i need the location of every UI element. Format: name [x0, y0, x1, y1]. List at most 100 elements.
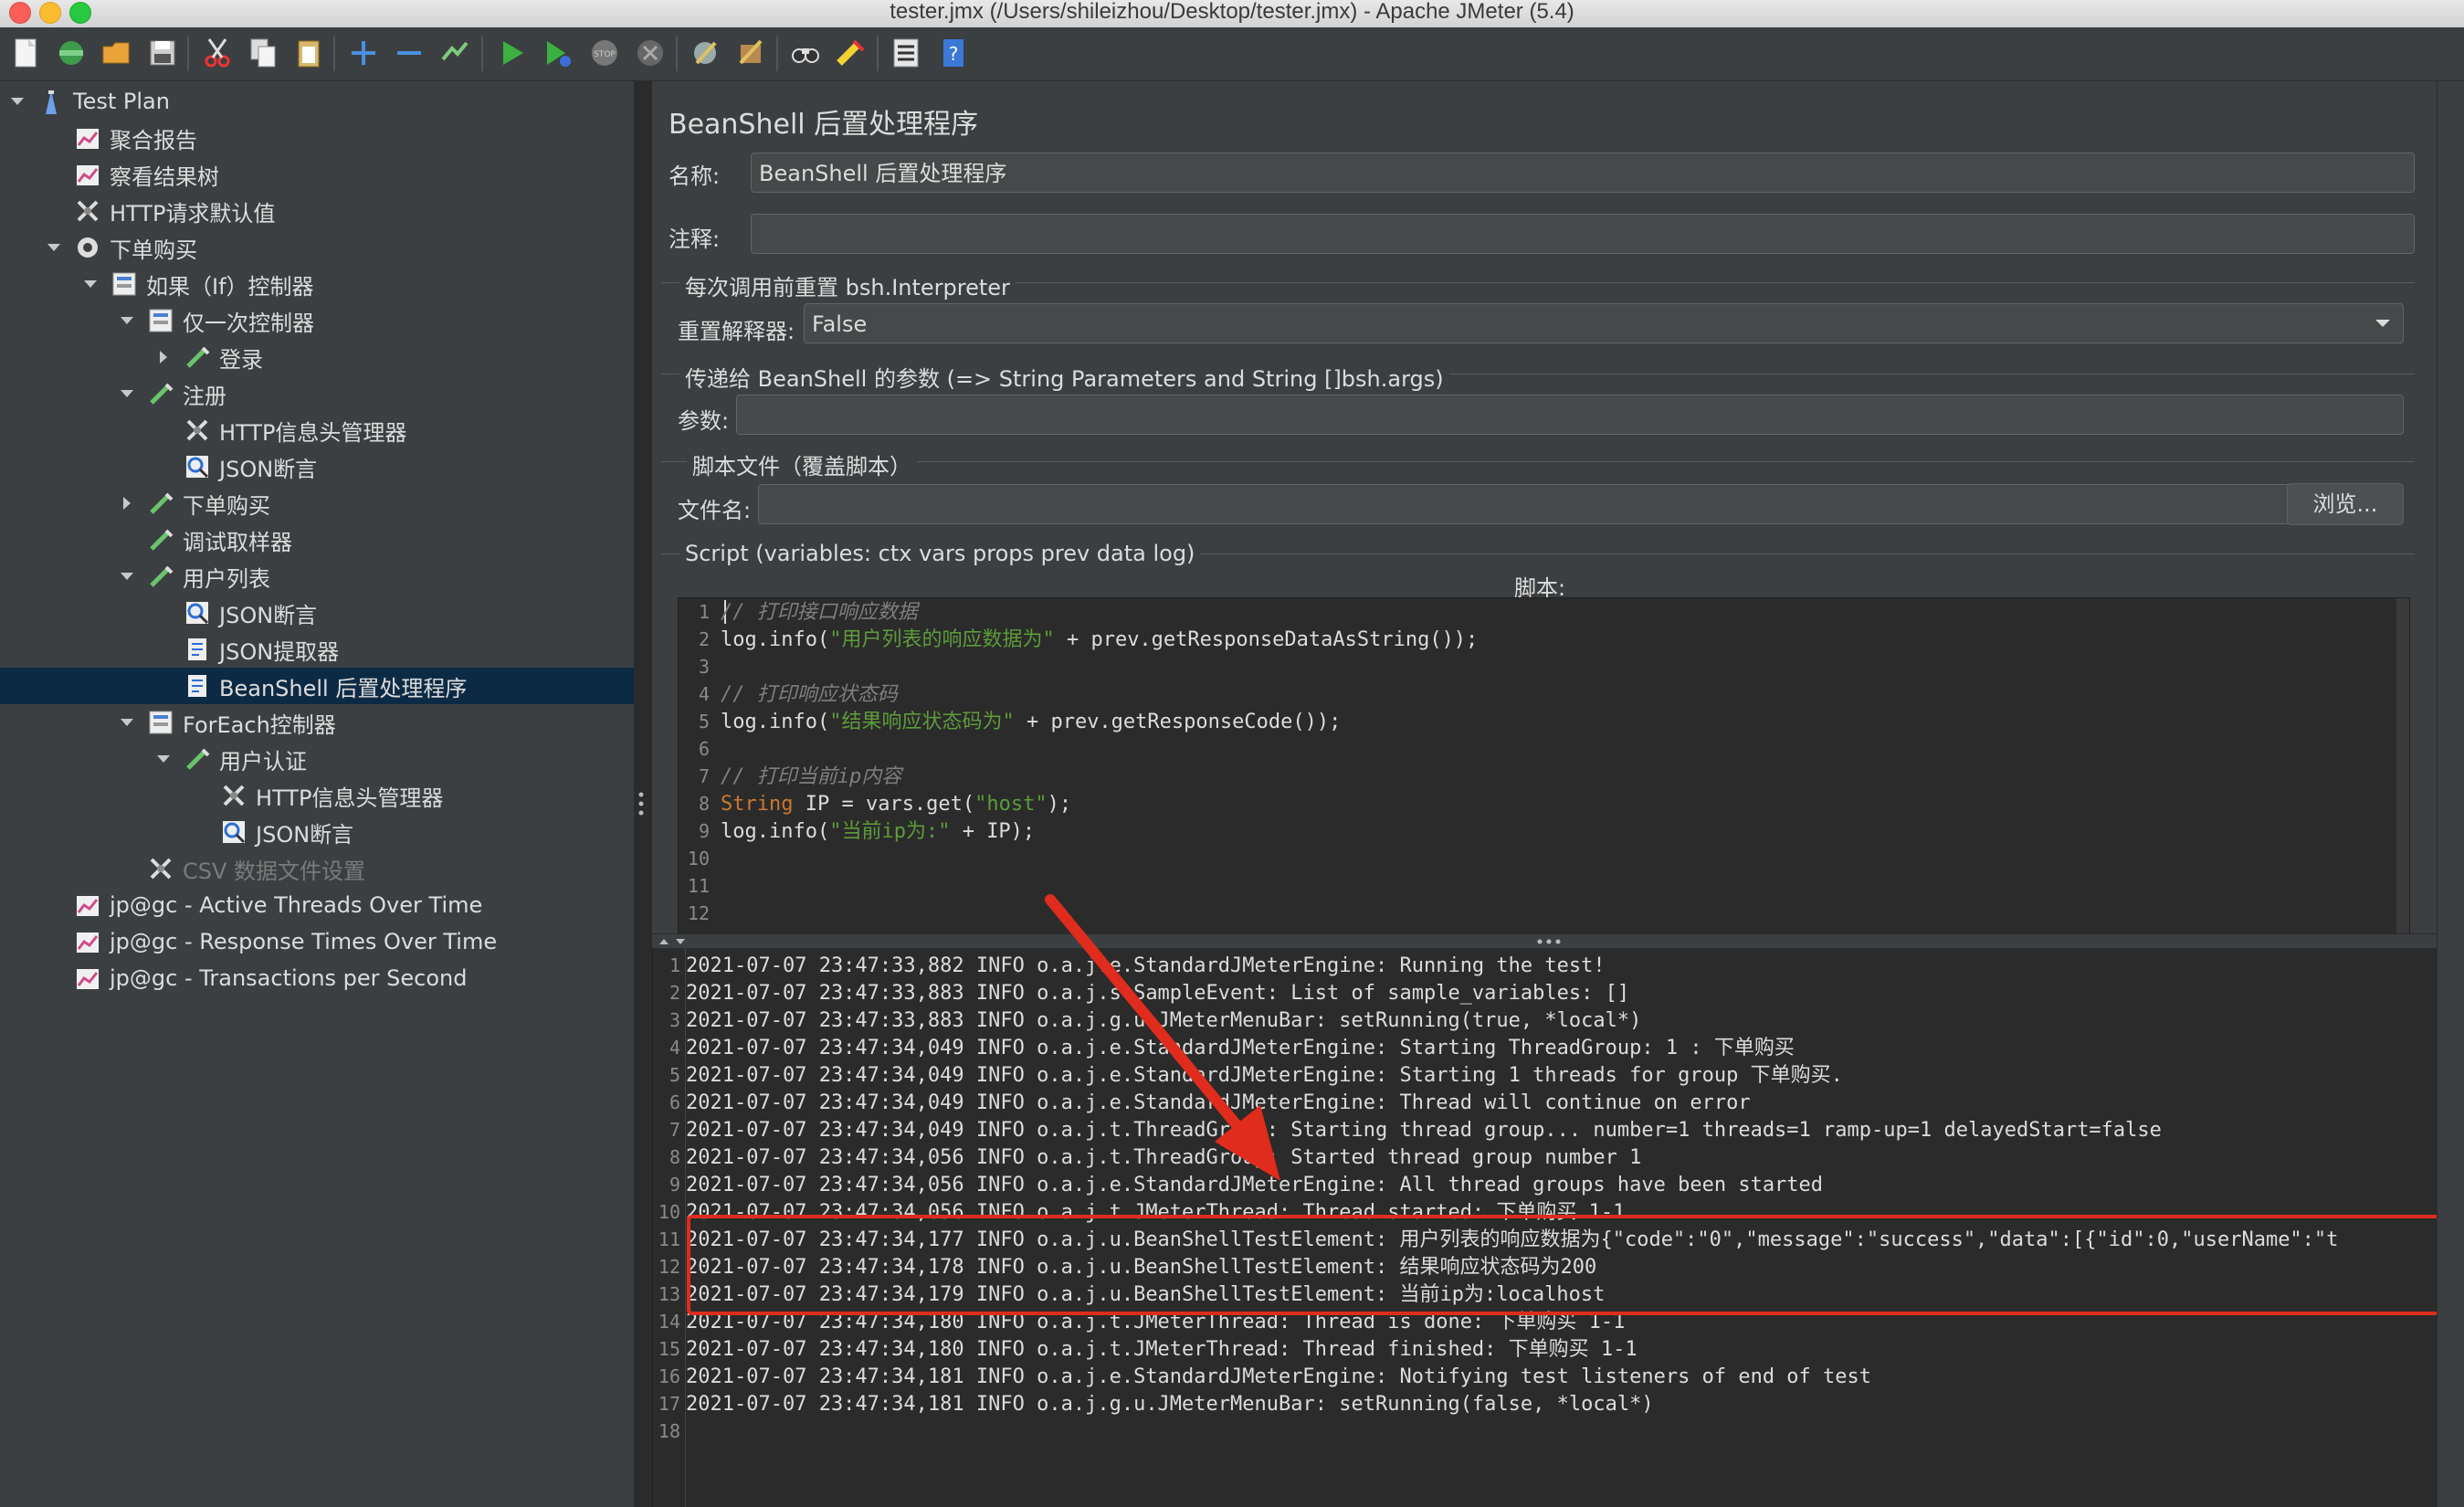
params-input[interactable] [736, 395, 2404, 435]
line-number: 9 [698, 820, 710, 842]
controller-icon [146, 708, 175, 737]
stop-icon[interactable]: STOP [586, 34, 623, 72]
right-edge-scrollbar[interactable] [2437, 81, 2464, 1507]
filename-input[interactable] [758, 484, 2374, 524]
paste-icon[interactable] [290, 34, 327, 72]
controller-icon [146, 306, 175, 335]
log-line: 18 [653, 1417, 2443, 1445]
chevron-down-icon[interactable] [153, 749, 174, 769]
tree-node[interactable]: 用户列表 [0, 558, 634, 595]
tree-node-label: 用户列表 [183, 565, 270, 592]
tree-node-label: 注册 [183, 383, 226, 409]
code-token: log.info( [721, 711, 830, 733]
start-icon[interactable] [493, 34, 530, 72]
highlight-box [687, 1215, 2448, 1315]
code-token: "当前ip为:" [829, 820, 951, 843]
tree-node[interactable]: 注册 [0, 375, 634, 412]
open-icon[interactable] [99, 34, 135, 72]
line-number: 11 [687, 875, 710, 897]
comment-input[interactable] [751, 214, 2415, 254]
cut-icon[interactable] [199, 34, 236, 72]
chevron-down-icon[interactable] [117, 384, 137, 404]
expand-icon[interactable] [345, 34, 382, 72]
drag-handle-icon[interactable] [1536, 938, 1562, 945]
chevron-down-icon[interactable] [44, 237, 64, 258]
tree-node-label: HTTP信息头管理器 [219, 419, 407, 446]
search-icon[interactable] [787, 34, 824, 72]
tree-node[interactable]: 下单购买 [0, 485, 634, 522]
filename-label: 文件名: [678, 498, 752, 523]
tree-node[interactable]: Test Plan [0, 83, 634, 120]
collapse-icon[interactable] [391, 34, 427, 72]
params-label: 参数: [678, 408, 730, 434]
code-line: 3 [679, 653, 721, 680]
tree-node[interactable]: 如果（If）控制器 [0, 266, 634, 302]
function-helper-icon[interactable] [888, 34, 924, 72]
params-group-title: 传递给 BeanShell 的参数 (=> String Parameters … [679, 361, 1449, 393]
log-splitter[interactable] [652, 933, 2442, 949]
chevron-down-icon[interactable] [7, 91, 27, 111]
log-text: 2021-07-07 23:47:33,883 INFO o.a.j.g.u.J… [686, 1009, 1642, 1032]
chevron-down-icon [2375, 320, 2390, 327]
chevron-down-icon[interactable] [117, 712, 137, 732]
log-line-number: 3 [669, 1009, 680, 1031]
collapse-arrows-icon[interactable] [658, 936, 694, 947]
tree-node-label: JSON断言 [219, 456, 318, 482]
tree-node[interactable]: 调试取样器 [0, 522, 634, 558]
tree-node[interactable]: 察看结果树 [0, 156, 634, 193]
clear-icon[interactable] [687, 34, 723, 72]
toggle-icon[interactable] [437, 34, 473, 72]
chevron-down-icon[interactable] [117, 566, 137, 586]
tree-node[interactable]: BeanShell 后置处理程序 [0, 668, 634, 704]
tree-node[interactable]: 仅一次控制器 [0, 302, 634, 339]
save-icon[interactable] [144, 34, 181, 72]
tree-node[interactable]: JSON断言 [0, 448, 634, 485]
tree-node[interactable]: 登录 [0, 339, 634, 375]
start-no-pause-icon[interactable] [539, 34, 575, 72]
line-number: 3 [698, 656, 710, 678]
chevron-right-icon[interactable] [153, 347, 174, 367]
clear-all-icon[interactable] [732, 34, 769, 72]
log-line-number: 10 [658, 1201, 680, 1223]
tree-node[interactable]: jp@gc - Transactions per Second [0, 960, 634, 996]
editor-scrollbar[interactable] [2396, 598, 2409, 933]
script-editor[interactable]: 1// 打印接口响应数据 2 log.info("用户列表的响应数据为" + pre… [678, 597, 2410, 934]
sampler-icon [146, 379, 175, 408]
tree-node[interactable]: HTTP信息头管理器 [0, 777, 634, 814]
tree-node[interactable]: JSON提取器 [0, 631, 634, 668]
help-icon[interactable]: ? [935, 34, 972, 72]
tree-node[interactable]: HTTP请求默认值 [0, 193, 634, 229]
tree-node[interactable]: HTTP信息头管理器 [0, 412, 634, 448]
copy-icon[interactable] [245, 34, 281, 72]
chevron-down-icon[interactable] [117, 311, 137, 331]
tree-node-label: JSON断言 [219, 602, 318, 628]
log-line-number: 15 [658, 1338, 680, 1360]
tree-node[interactable]: 用户认证 [0, 741, 634, 777]
chevron-right-icon[interactable] [117, 493, 137, 513]
reset-search-icon[interactable] [833, 34, 869, 72]
tree-node-label: CSV 数据文件设置 [183, 858, 366, 884]
tree-node[interactable]: ForEach控制器 [0, 704, 634, 741]
tree-node[interactable]: JSON断言 [0, 595, 634, 631]
new-icon[interactable] [7, 34, 44, 72]
browse-button[interactable]: 浏览... [2287, 483, 2404, 525]
tree-node[interactable]: 下单购买 [0, 229, 634, 266]
chevron-down-icon[interactable] [80, 274, 100, 294]
code-line: 9 log.info("当前ip为:" + IP); [679, 817, 1035, 845]
name-input[interactable]: BeanShell 后置处理程序 [751, 153, 2415, 193]
tree-node[interactable]: jp@gc - Response Times Over Time [0, 923, 634, 960]
log-line: 2 2021-07-07 23:47:33,883 INFO o.a.j.s.Sa… [653, 979, 2443, 1006]
tree-node-label: 聚合报告 [110, 127, 197, 153]
tree-node[interactable]: JSON断言 [0, 814, 634, 850]
tree-node[interactable]: jp@gc - Active Threads Over Time [0, 887, 634, 923]
reset-interpreter-select[interactable]: False [804, 303, 2404, 343]
shutdown-icon[interactable] [632, 34, 669, 72]
line-number: 12 [687, 902, 710, 924]
tree-node[interactable]: 聚合报告 [0, 120, 634, 156]
tree-node[interactable]: CSV 数据文件设置 [0, 850, 634, 887]
templates-icon[interactable] [53, 34, 90, 72]
splitter-handle[interactable] [637, 790, 645, 817]
